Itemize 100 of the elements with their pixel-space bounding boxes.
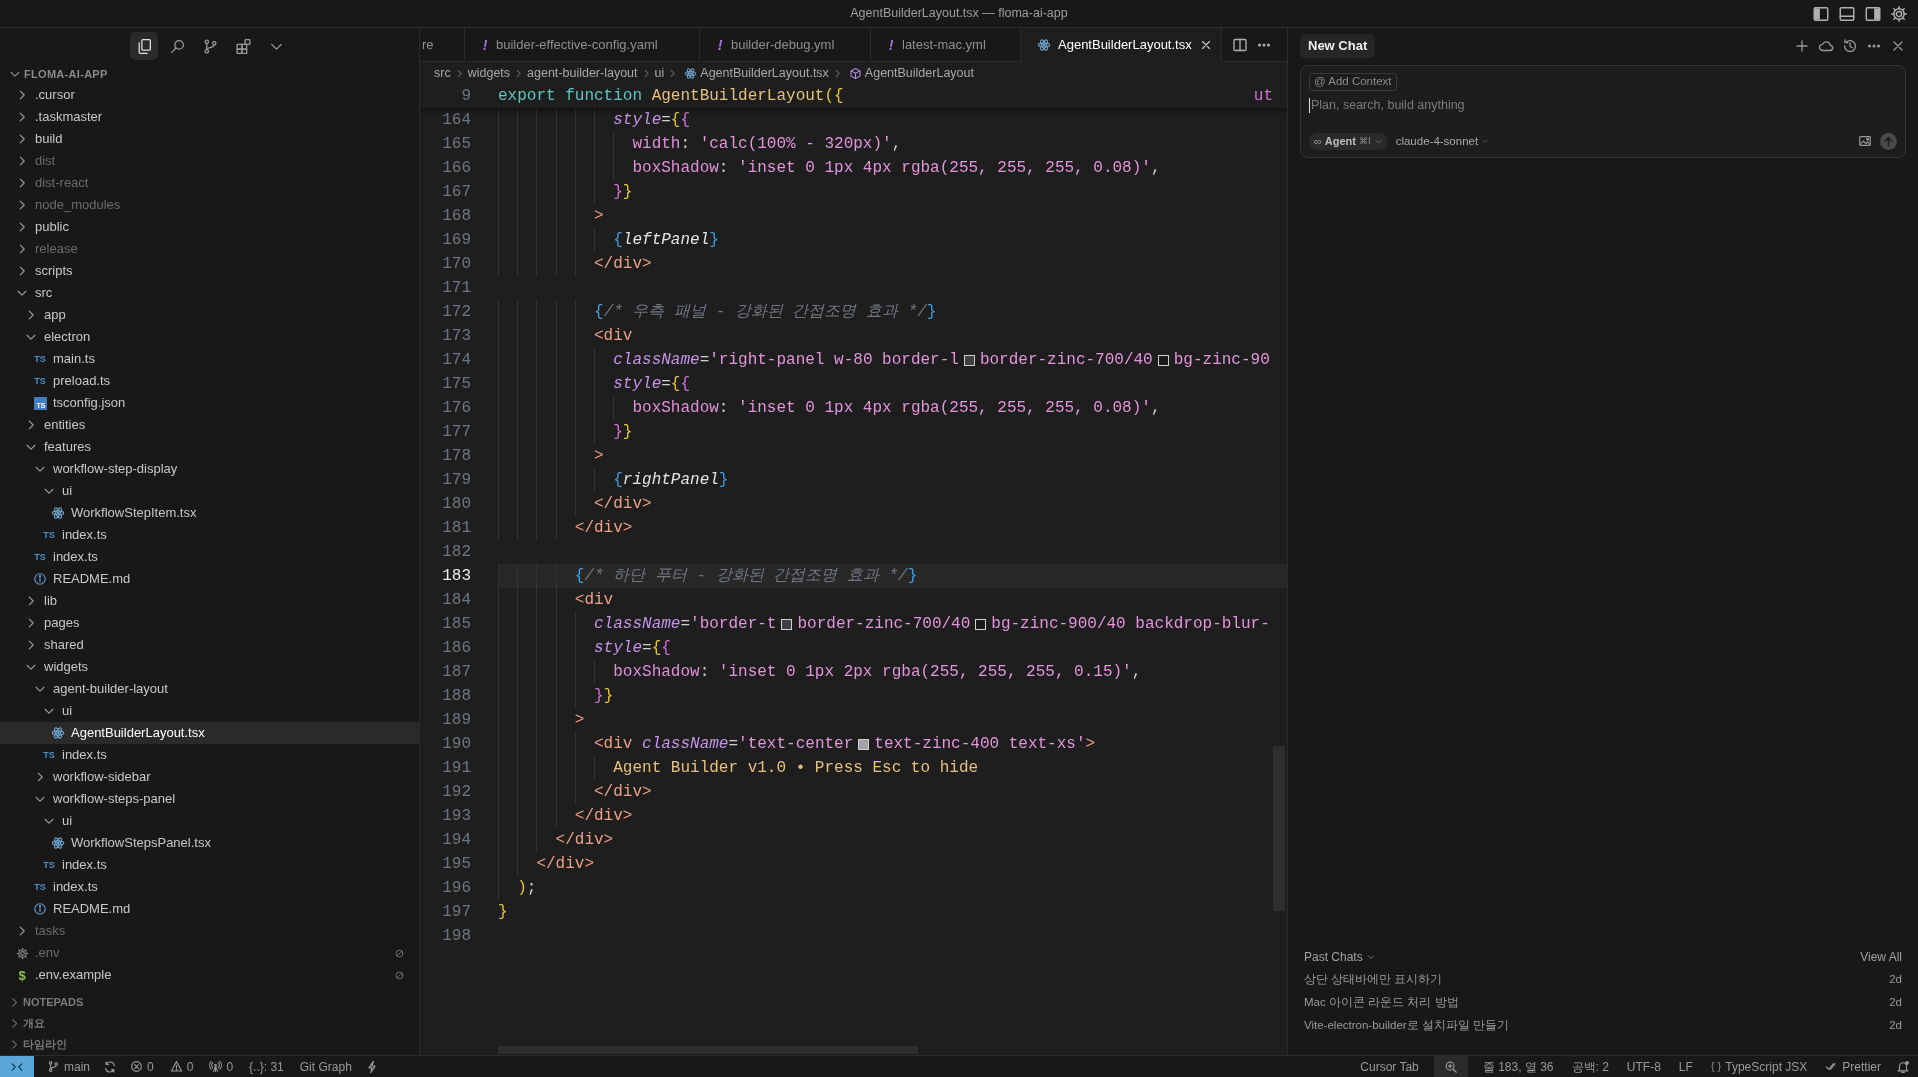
bell-icon[interactable] <box>1896 1059 1910 1074</box>
tree-item[interactable]: TS main.ts <box>0 348 419 370</box>
view-all-link[interactable]: View All <box>1860 948 1902 966</box>
window-title: AgentBuilderLayout.tsx — floma-ai-app <box>850 5 1068 23</box>
line-number: 186 <box>441 638 471 659</box>
code-text: border-zinc-700/40 <box>797 614 971 635</box>
line-number: 179 <box>441 470 471 491</box>
cloud-icon[interactable] <box>1818 38 1834 54</box>
tree-item[interactable]: README.md <box>0 898 419 920</box>
status-item[interactable]: main <box>44 1055 93 1077</box>
code-text: bg-zinc-900/40 backdrop-blur- <box>991 614 1270 635</box>
status-item[interactable]: 0 <box>166 1055 197 1077</box>
tree-item[interactable]: app <box>0 304 419 326</box>
antenna-icon <box>209 1060 223 1073</box>
past-chat-item[interactable]: Vite-electron-builder로 설치파일 만들기 2d <box>1300 1014 1906 1037</box>
code-text: } <box>498 902 508 923</box>
editor-tab[interactable]: AgentBuilderLayout.tsx <box>1021 28 1222 62</box>
tree-item[interactable]: public <box>0 216 419 238</box>
section-header[interactable]: 타임라인 <box>23 1036 67 1053</box>
tree-item[interactable]: .taskmaster <box>0 106 419 128</box>
tree-item[interactable]: WorkflowStepsPanel.tsx <box>0 832 419 854</box>
image-icon[interactable] <box>1858 134 1872 149</box>
breadcrumb-item[interactable]: src <box>434 63 451 83</box>
tree-item[interactable]: workflow-sidebar <box>0 766 419 788</box>
tree-item[interactable]: pages <box>0 612 419 634</box>
tree-item[interactable]: electron <box>0 326 419 348</box>
past-chat-item[interactable]: 상단 상태바에만 표시하기 2d <box>1300 968 1906 991</box>
status-item[interactable]: LF <box>1675 1055 1696 1077</box>
tree-item[interactable]: shared <box>0 634 419 656</box>
add-context-button[interactable]: @ Add Context <box>1309 73 1397 91</box>
chat-input[interactable]: Plan, search, build anything <box>1310 95 1897 115</box>
status-item[interactable]: Prettier <box>1822 1055 1884 1077</box>
tree-item[interactable]: AgentBuilderLayout.tsx <box>0 722 419 744</box>
zoom-button[interactable] <box>1433 1055 1468 1077</box>
section-header[interactable]: FLOMA-AI-APP <box>24 65 108 83</box>
status-item[interactable]: UTF-8 <box>1623 1055 1664 1077</box>
breadcrumb-item[interactable]: widgets <box>467 63 511 83</box>
past-chats-toggle[interactable]: Past Chats <box>1304 948 1376 966</box>
tree-item[interactable]: .cursor <box>0 84 419 106</box>
status-item[interactable]: 0 <box>206 1055 237 1077</box>
section-header[interactable]: 개요 <box>23 1015 45 1032</box>
editor-tab[interactable]: re <box>420 28 465 62</box>
tree-item[interactable]: agent-builder-layout <box>0 678 419 700</box>
tree-item[interactable]: scripts <box>0 260 419 282</box>
new-chat-icon[interactable] <box>1794 38 1810 54</box>
tree-item[interactable]: $ .env.example <box>0 964 419 986</box>
files-tab[interactable] <box>130 32 158 60</box>
tree-item[interactable]: WorkflowStepItem.tsx <box>0 502 419 524</box>
tree-item[interactable]: lib <box>0 590 419 612</box>
model-selector[interactable]: claude-4-sonnet <box>1395 132 1490 150</box>
code-text: ); <box>517 878 537 899</box>
tree-item[interactable]: TS index.ts <box>0 854 419 876</box>
sidebar-toggle-icon[interactable] <box>1864 5 1882 23</box>
status-item[interactable]: 0 <box>127 1055 157 1077</box>
tree-item[interactable]: TS index.ts <box>0 744 419 766</box>
tree-item[interactable]: workflow-step-display <box>0 458 419 480</box>
tree-item[interactable]: src <box>0 282 419 304</box>
close-icon[interactable] <box>1199 38 1213 52</box>
tree-item[interactable]: features <box>0 436 419 458</box>
tree-item[interactable]: entities <box>0 414 419 436</box>
tree-item[interactable]: TS index.ts <box>0 546 419 568</box>
status-item[interactable]: 공백: 2 <box>1568 1055 1612 1077</box>
tree-item[interactable]: ui <box>0 700 419 722</box>
panel-toggle-icon[interactable] <box>1838 5 1856 23</box>
tree-item[interactable]: TS preload.ts <box>0 370 419 392</box>
tree-item[interactable]: widgets <box>0 656 419 678</box>
agent-mode-button[interactable]: ∞ Agent ⌘I <box>1309 132 1388 150</box>
tree-item[interactable]: ui <box>0 480 419 502</box>
settings-icon[interactable] <box>1890 5 1908 23</box>
code-text: }} <box>594 686 614 707</box>
line-number: 164 <box>441 110 471 131</box>
info-icon <box>33 902 47 916</box>
section-header[interactable]: NOTEPADS <box>23 994 84 1011</box>
status-item[interactable]: Cursor Tab <box>1357 1055 1422 1077</box>
status-item[interactable]: {..}: 31 <box>246 1055 287 1077</box>
breadcrumb-item[interactable]: ui <box>654 63 665 83</box>
tree-item[interactable]: ui <box>0 810 419 832</box>
history-icon[interactable] <box>1842 38 1858 54</box>
sync-icon[interactable] <box>103 1059 117 1074</box>
editor-tab[interactable]: ! builder-debug.yml <box>700 28 871 62</box>
past-chat-item[interactable]: Mac 아이콘 라운드 처리 방법 2d <box>1300 991 1906 1014</box>
status-item[interactable]: 줄 183, 열 36 <box>1479 1055 1557 1077</box>
tree-item[interactable]: TS index.ts <box>0 876 419 898</box>
breadcrumb-item[interactable]: AgentBuilderLayout <box>864 63 974 83</box>
tree-item[interactable]: TS index.ts <box>0 524 419 546</box>
tree-item[interactable]: workflow-steps-panel <box>0 788 419 810</box>
sidebar-toggle-icon[interactable] <box>1812 5 1830 23</box>
breadcrumb-item[interactable]: AgentBuilderLayout.tsx <box>700 63 829 83</box>
editor-tab[interactable]: ! builder-effective-config.yaml <box>465 28 700 62</box>
tree-item[interactable]: README.md <box>0 568 419 590</box>
code-text: className='border-t <box>594 614 777 635</box>
status-item[interactable]: Git Graph <box>296 1055 355 1077</box>
tree-item[interactable]: build <box>0 128 419 150</box>
status-item[interactable]: { } TypeScript JSX <box>1707 1055 1811 1077</box>
code-text: border-zinc-700/40 <box>979 350 1153 371</box>
split-editor-icon[interactable] <box>1232 36 1248 53</box>
breadcrumb-item[interactable]: agent-builder-layout <box>527 63 638 83</box>
remote-button[interactable] <box>0 1055 34 1077</box>
chat-tab[interactable]: New Chat <box>1300 34 1376 58</box>
warning-file-icon: ! <box>481 34 489 56</box>
